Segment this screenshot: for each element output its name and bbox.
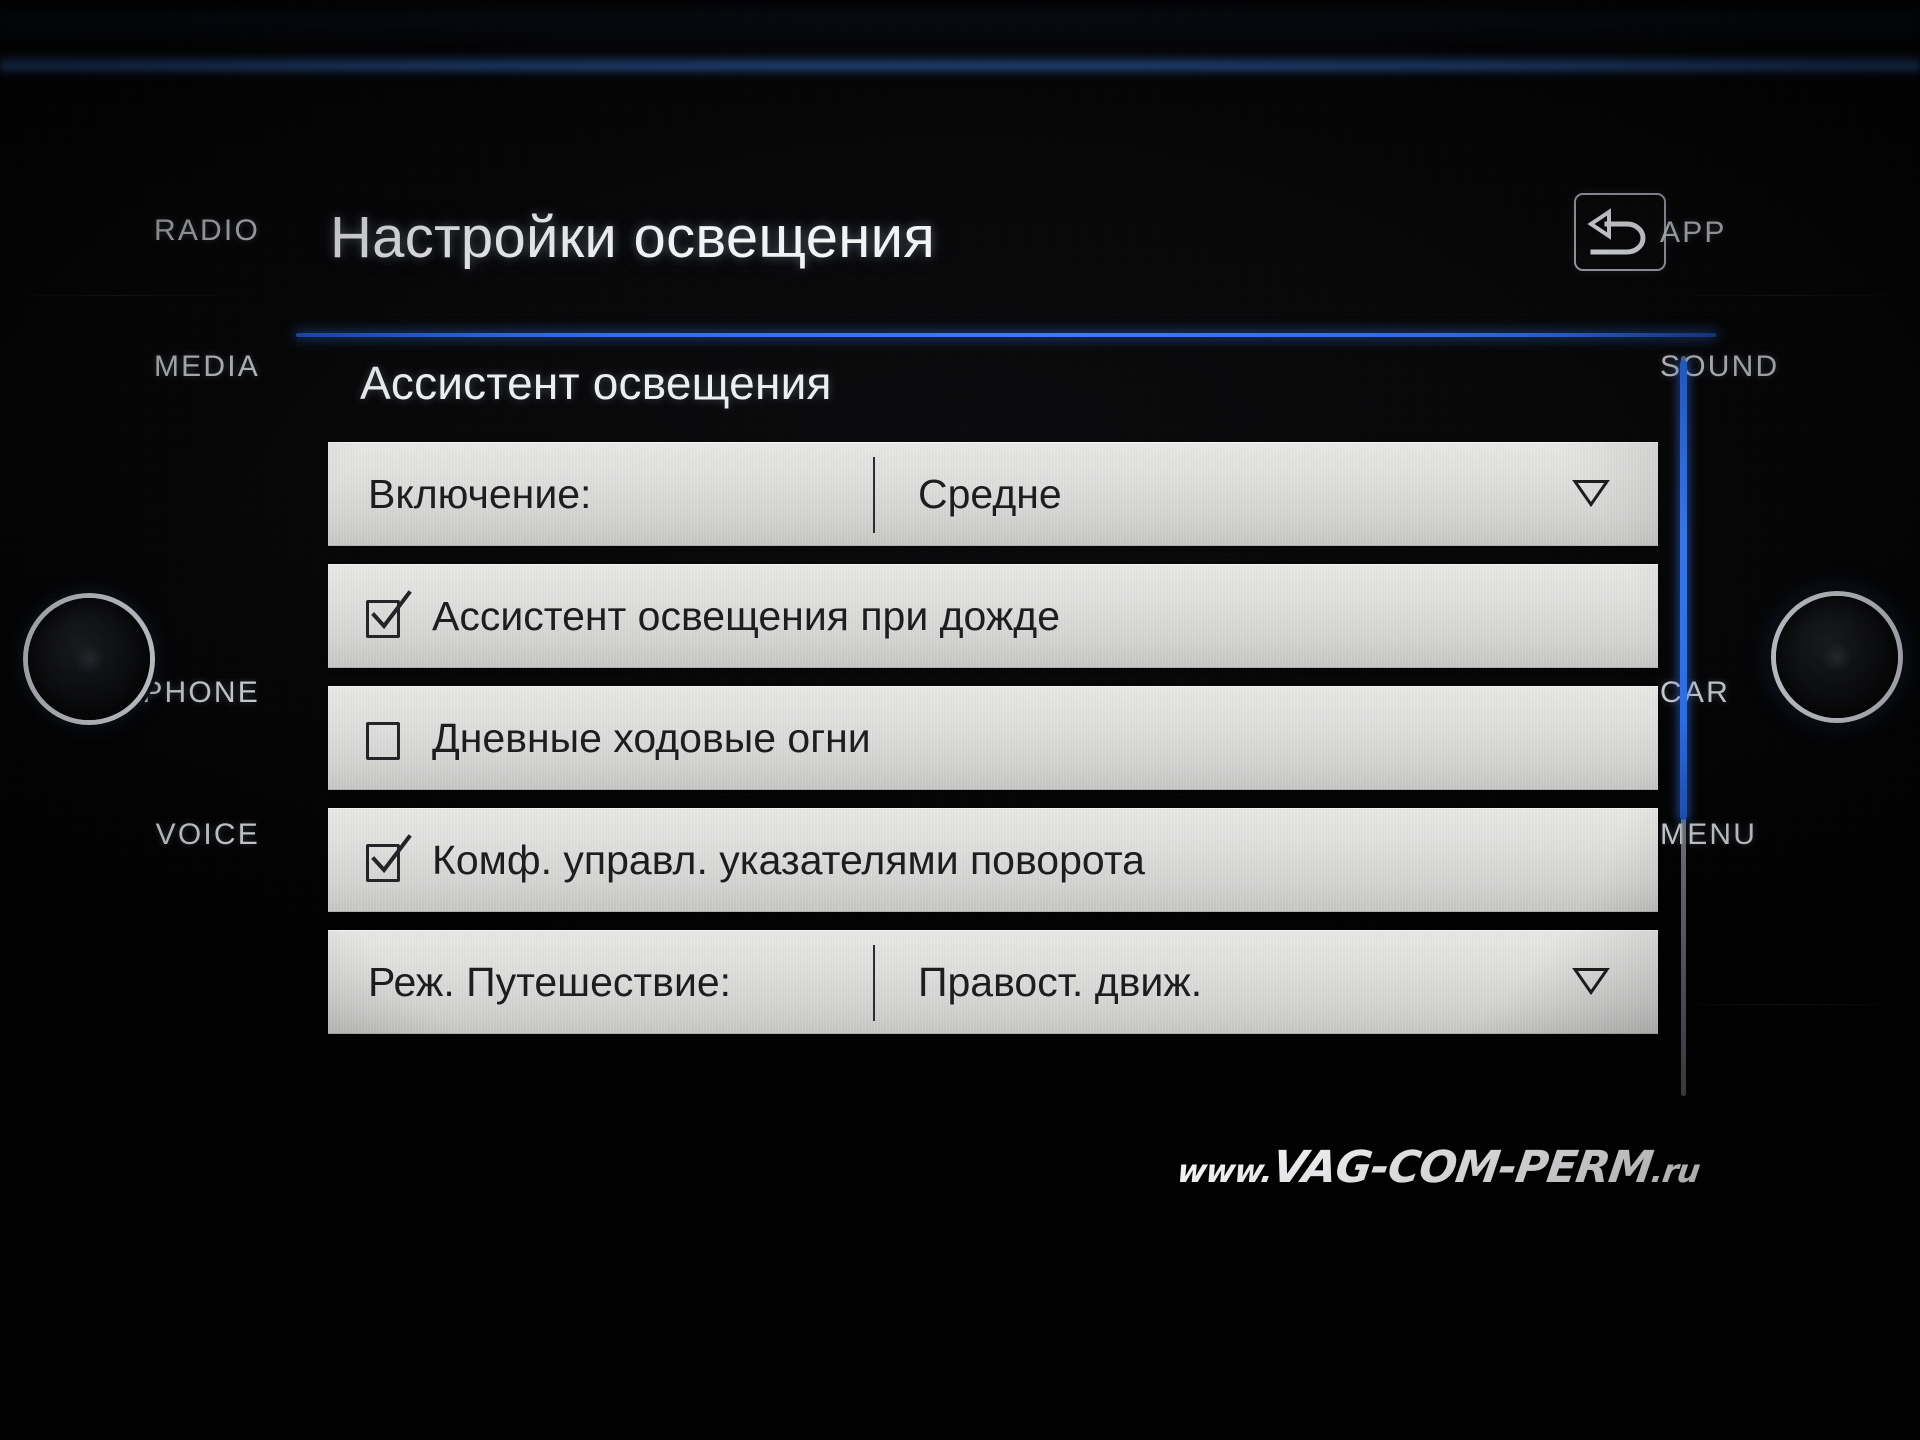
settings-rows: Включение: Средне Ассистент освещения пр… <box>328 442 1658 1052</box>
row-activation-label: Включение: <box>368 471 592 517</box>
row-daytime-running-lights-label: Дневные ходовые огни <box>432 715 871 761</box>
left-hardware-button-column: RADIO MEDIA PHONE VOICE <box>0 0 300 1440</box>
row-travel-mode-value: Правост. движ. <box>918 959 1203 1005</box>
row-rain-light-assist-label: Ассистент освещения при дожде <box>432 593 1061 639</box>
checkbox-rain-light-assist[interactable] <box>366 589 412 638</box>
check-mark-icon <box>371 833 412 873</box>
row-rain-light-assist[interactable]: Ассистент освещения при дожде <box>328 564 1658 668</box>
hw-button-radio[interactable]: RADIO <box>154 214 260 248</box>
title-accent-rule <box>296 333 1716 337</box>
checkbox-box <box>366 721 400 760</box>
row-comfort-turn-signals[interactable]: Комф. управл. указателями поворота <box>328 808 1658 912</box>
scrollbar-thumb[interactable] <box>1680 360 1687 820</box>
section-heading: Ассистент освещения <box>360 357 832 409</box>
chevron-down-triangle-icon[interactable] <box>1572 965 1610 1000</box>
page-title: Настройки освещения <box>330 205 936 270</box>
screen-header: Настройки освещения <box>296 160 1716 337</box>
tune-knob[interactable] <box>1776 596 1898 718</box>
display-area: Настройки освещения Ассистент освещения … <box>296 160 1716 1100</box>
hw-button-voice[interactable]: VOICE <box>156 818 260 852</box>
row-divider <box>873 945 875 1021</box>
infotainment-screen: RADIO MEDIA PHONE VOICE APP SOUND CAR ME… <box>0 0 1920 1440</box>
hw-button-media[interactable]: MEDIA <box>154 350 260 384</box>
vertical-scrollbar[interactable] <box>1680 356 1687 1096</box>
watermark-prefix: www. <box>1174 1152 1275 1190</box>
checkbox-daytime-running-lights[interactable] <box>366 718 404 760</box>
watermark: www.VAG-COM-PERM.ru <box>1174 1142 1703 1193</box>
watermark-main: VAG-COM-PERM <box>1269 1142 1656 1193</box>
row-comfort-turn-signals-label: Комф. управл. указателями поворота <box>432 837 1145 883</box>
volume-knob[interactable] <box>28 598 150 720</box>
row-travel-mode-label: Реж. Путешествие: <box>368 959 732 1005</box>
watermark-suffix: .ru <box>1648 1152 1702 1190</box>
row-activation-value: Средне <box>918 471 1062 517</box>
back-uturn-arrow-icon <box>1587 208 1646 255</box>
row-activation[interactable]: Включение: Средне <box>328 442 1658 546</box>
row-daytime-running-lights[interactable]: Дневные ходовые огни <box>328 686 1658 790</box>
check-mark-icon <box>371 589 412 629</box>
settings-list-region: Ассистент освещения Включение: Средне Ас… <box>296 356 1716 1100</box>
row-travel-mode[interactable]: Реж. Путешествие: Правост. движ. <box>328 930 1658 1034</box>
hw-button-phone[interactable]: PHONE <box>142 676 260 710</box>
row-divider <box>873 457 875 533</box>
back-button[interactable] <box>1574 193 1666 271</box>
checkbox-comfort-turn-signals[interactable] <box>366 833 412 882</box>
chevron-down-triangle-icon[interactable] <box>1572 477 1610 512</box>
